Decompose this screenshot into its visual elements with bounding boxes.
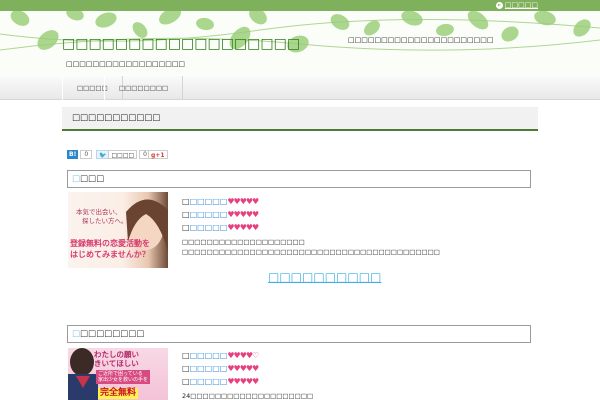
page-title: □□□□□□□□□□□ [62, 107, 538, 129]
rating-label: □□□□□ [189, 197, 228, 206]
section-1-heading: □□□□ [67, 170, 531, 188]
site-title[interactable]: □□□□□□□□□□□□□□□□□□ [62, 36, 300, 52]
hatena-count: 0 [80, 149, 93, 159]
section-2-heading: □□□□□□□□□ [67, 325, 531, 343]
nav-item-2[interactable]: □□□□□□□□ [104, 76, 184, 100]
ad-2-line-5: 完全無料 [98, 388, 139, 399]
rating-label: □□□□□ [189, 364, 228, 373]
rating-row: □□□□□□♥♥♥♥♥ [182, 197, 259, 206]
twitter-label: □□□□ [108, 149, 138, 159]
heart-rating-icons: ♥♥♥♥♥ [227, 223, 259, 232]
twitter-icon: 🐦 [96, 149, 110, 159]
site-description: □□□□□□□□□□□□□□□□□□ [66, 60, 186, 68]
rating-label: □□□□□ [189, 351, 228, 360]
rating-label: □□□□□ [189, 223, 228, 232]
main-nav: □□□□□ □□□□□□□□ [0, 76, 600, 100]
section-1-description-1: □□□□□□□□□□□□□□□□□□□□ [182, 238, 305, 246]
header-message: □□□□□□□□□□□□□□□□□□□□□□ [348, 36, 494, 44]
title-divider [62, 129, 538, 131]
twitter-share-button[interactable]: 🐦 □□□□ 0 [96, 149, 151, 159]
hatena-bookmark-icon: B! [67, 149, 79, 159]
section-2-heading-prefix: □ [72, 329, 81, 339]
rating-row: □□□□□□♥♥♥♥♥ [182, 377, 259, 386]
rating-row: □□□□□□♥♥♥♥♥ [182, 210, 259, 219]
ad-1-line-3: 登録無料の恋愛活動を [70, 239, 150, 248]
top-link-label: □□□□□ [504, 1, 538, 9]
heart-rating-icons: ♥♥♥♥♡ [227, 351, 259, 360]
section-2-heading-text: □□□□□□□□ [80, 329, 145, 339]
section-1-heading-prefix: □ [72, 174, 81, 184]
top-link[interactable]: □□□□□ [495, 1, 538, 9]
google-plus-share-button[interactable]: g+1 [148, 149, 168, 159]
ad-1-line-1: 本気で出会い、 [76, 208, 122, 216]
google-plus-icon: g+1 [148, 149, 168, 159]
rating-row: □□□□□□♥♥♥♥♡ [182, 351, 259, 360]
heart-rating-icons: ♥♥♥♥♥ [227, 197, 259, 206]
heart-rating-icons: ♥♥♥♥♥ [227, 210, 259, 219]
rating-label: □□□□□ [189, 210, 228, 219]
ad-1-line-4: はじめてみませんか？ [70, 250, 150, 259]
ad-banner-image-2[interactable]: わたしの願い きいてほしい ご近所で困っている 家出少女を救いの手を 完全無料 [68, 348, 168, 400]
ad-1-line-2: 探したい方へ。 [82, 217, 128, 225]
arrow-circle-icon [495, 1, 503, 9]
site-header: □□□□□ □□□□□□□□□□□□□□□□□□ □□□□□□□□□□□□□□□… [0, 0, 600, 76]
section-1-cta-link[interactable]: □□□□□□□□□□ [268, 270, 381, 284]
ad-2-line-2: きいてほしい [94, 359, 139, 368]
section-1-heading-text: □□□ [80, 174, 105, 184]
rating-label: □□□□□ [189, 377, 228, 386]
section-1-description-2: □□□□□□□□□□□□□□□□□□□□□□□□□□□□□□□□□□□□□□□□… [182, 248, 440, 256]
heart-rating-icons: ♥♥♥♥♥ [227, 377, 259, 386]
ad-2-line-1: わたしの願い [94, 350, 139, 359]
rating-row: □□□□□□♥♥♥♥♥ [182, 223, 259, 232]
page: □□□□□ □□□□□□□□□□□□□□□□□□ □□□□□□□□□□□□□□□… [0, 0, 600, 400]
rating-row: □□□□□□♥♥♥♥♥ [182, 364, 259, 373]
ad-banner-image-1[interactable]: 本気で出会い、 探したい方へ。 登録無料の恋愛活動を はじめてみませんか？ [68, 192, 168, 268]
hatena-share-button[interactable]: B! 0 [67, 149, 93, 159]
section-2-description-1: 24□□□□□□□□□□□□□□□□□□□□ [182, 392, 314, 400]
ad-2-line-4: 家出少女を救いの手を [98, 377, 149, 383]
heart-rating-icons: ♥♥♥♥♥ [227, 364, 259, 373]
